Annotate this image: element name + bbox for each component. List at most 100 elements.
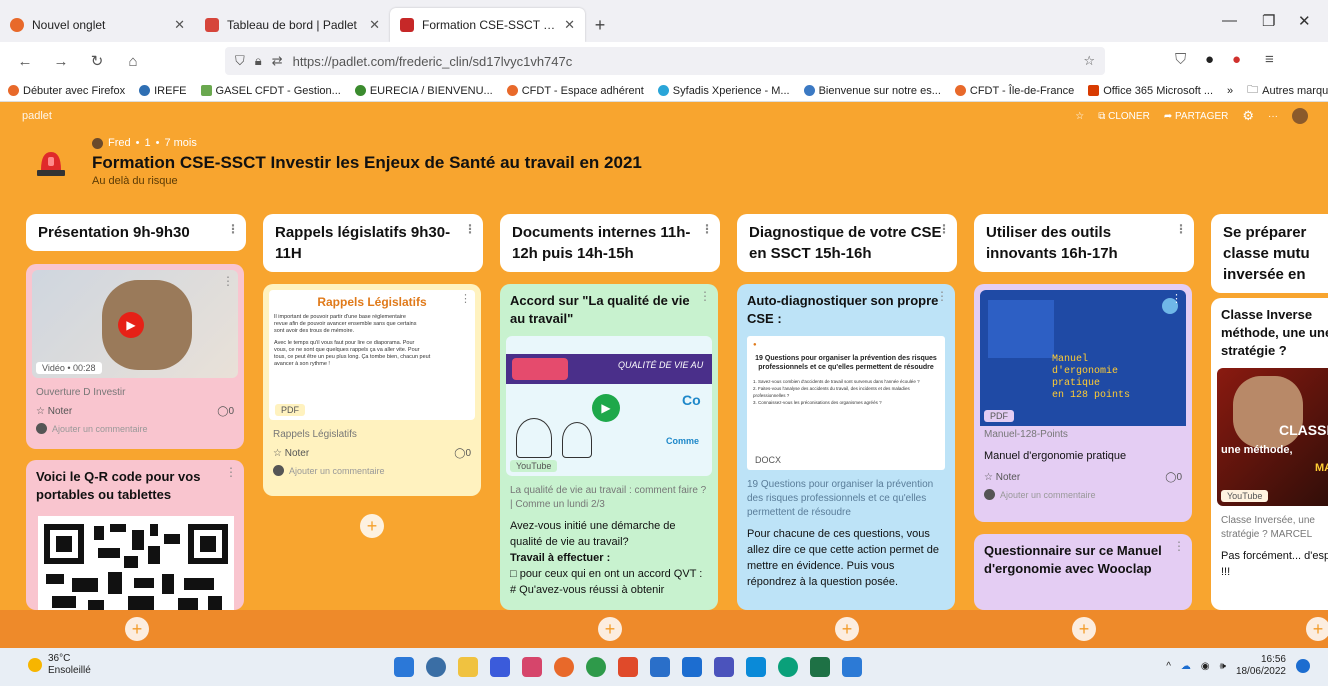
kebab-icon[interactable]: ⋮ <box>222 274 234 288</box>
bookmark-item[interactable]: Office 365 Microsoft ... <box>1088 85 1213 97</box>
bookmark-item[interactable]: Débuter avec Firefox <box>8 85 125 97</box>
bookmark-item[interactable]: CFDT - Espace adhérent <box>506 85 644 97</box>
file-explorer-icon[interactable] <box>458 657 478 677</box>
column-header[interactable]: Diagnostique de votre CSE en SSCT 15h-16… <box>737 214 957 272</box>
account-icon[interactable]: ● <box>1205 51 1214 68</box>
post-card[interactable]: Classe Inverse méthode, une une stratégi… <box>1211 298 1328 610</box>
post-card[interactable]: Questionnaire sur ce Manuel d'ergonomie … <box>974 534 1192 610</box>
kebab-icon[interactable]: ⋮ <box>1175 219 1187 240</box>
lock-icon[interactable]: 🔒︎ <box>255 53 262 69</box>
close-icon[interactable]: ✕ <box>564 17 575 33</box>
settings-icon[interactable]: ⚙ <box>1242 108 1254 124</box>
pocket-icon[interactable]: ⛉ <box>1175 51 1186 68</box>
column-header[interactable]: Se préparer classe mutu inversée en <box>1211 214 1328 293</box>
wifi-icon[interactable]: ◉ <box>1201 661 1210 672</box>
pdf-preview[interactable]: Rappels Législatifs Il important de pouv… <box>269 290 475 420</box>
outlook-icon[interactable] <box>682 657 702 677</box>
forward-icon[interactable]: → <box>50 53 72 70</box>
close-icon[interactable]: ✕ <box>174 17 185 33</box>
post-card[interactable]: Auto-diagnostiquer son propre CSE : ⋮ ● … <box>737 284 955 610</box>
comment-count[interactable]: ◯0 <box>1165 472 1182 483</box>
minimize-icon[interactable]: — <box>1222 12 1237 29</box>
video-thumbnail[interactable]: QUALITÉ DE VIE AU Co Comme ▶ YouTube <box>506 336 712 476</box>
bookmark-item[interactable]: IREFE <box>139 85 187 97</box>
home-icon[interactable]: ⌂ <box>122 53 144 70</box>
clock[interactable]: 16:56 18/06/2022 <box>1236 654 1286 678</box>
url-text[interactable]: https://padlet.com/frederic_clin/sd17lvy… <box>293 54 573 69</box>
edge-icon[interactable] <box>778 657 798 677</box>
avatar[interactable] <box>1292 108 1308 124</box>
add-post-button[interactable]: + <box>360 514 384 538</box>
kebab-icon[interactable]: ⋮ <box>699 289 711 303</box>
bookmark-item[interactable]: EURECIA / BIENVENU... <box>354 85 493 97</box>
comment-input[interactable]: Ajouter un commentaire <box>263 463 481 478</box>
restore-icon[interactable]: ❐ <box>1262 12 1275 30</box>
menu-icon[interactable]: ≡ <box>1265 51 1274 68</box>
bookmark-item[interactable]: Bienvenue sur notre es... <box>803 85 941 97</box>
firefox-icon[interactable] <box>554 657 574 677</box>
kebab-icon[interactable]: ⋮ <box>938 219 950 240</box>
tab-new-tab[interactable]: Nouvel onglet ✕ <box>0 8 195 42</box>
like-button[interactable]: ☆ Noter <box>36 406 72 417</box>
comment-count[interactable]: ◯0 <box>217 406 234 417</box>
column-header[interactable]: Documents internes 11h-12h puis 14h-15h ⋮ <box>500 214 720 272</box>
kebab-icon[interactable]: ⋮ <box>225 465 237 479</box>
other-bookmarks[interactable]: 🗀Autres marque-pages <box>1247 81 1328 100</box>
photos-icon[interactable] <box>842 657 862 677</box>
comment-input[interactable]: Ajouter un commentaire <box>974 487 1192 502</box>
volume-icon[interactable]: 🕪︎ <box>1220 661 1226 672</box>
cloud-icon[interactable]: ☁ <box>1181 661 1191 672</box>
play-icon[interactable]: ▶ <box>592 394 620 422</box>
app-icon[interactable] <box>650 657 670 677</box>
share-button[interactable]: ➦ PARTAGER <box>1164 111 1229 122</box>
add-post-button[interactable]: + <box>125 617 149 641</box>
store-icon[interactable] <box>490 657 510 677</box>
window-close-icon[interactable]: ✕ <box>1298 12 1311 30</box>
kebab-icon[interactable]: ⋮ <box>227 219 239 240</box>
add-post-button[interactable]: + <box>1306 617 1328 641</box>
post-card[interactable]: Voici le Q-R code pour vos portables ou … <box>26 460 244 610</box>
post-card[interactable]: Manuel d'ergonomie pratique en 128 point… <box>974 284 1192 522</box>
add-post-button[interactable]: + <box>598 617 622 641</box>
search-icon[interactable] <box>426 657 446 677</box>
tab-padlet-dashboard[interactable]: Tableau de bord | Padlet ✕ <box>195 8 390 42</box>
video-thumbnail[interactable]: CLASSE une méthode, MAI YouTube <box>1217 368 1328 506</box>
docx-preview[interactable]: ● 19 Questions pour organiser la prévent… <box>747 336 945 470</box>
like-button[interactable]: ☆ Noter <box>984 472 1020 483</box>
kebab-icon[interactable]: ⋮ <box>936 289 948 303</box>
video-thumbnail[interactable]: ▶ Vidéo • 00:28 ⋮ <box>32 270 238 378</box>
bookmark-item[interactable]: Syfadis Xperience - M... <box>657 85 790 97</box>
permissions-icon[interactable]: ⇄ <box>272 53 283 69</box>
post-card[interactable]: ▶ Vidéo • 00:28 ⋮ Ouverture D Investir ☆… <box>26 264 244 449</box>
notification-icon[interactable] <box>1296 659 1310 673</box>
comment-count[interactable]: ◯0 <box>454 448 471 459</box>
kebab-icon[interactable]: ⋮ <box>701 219 713 240</box>
pinterest-icon[interactable]: ● <box>1232 51 1241 68</box>
add-post-button[interactable]: + <box>835 617 859 641</box>
column-header[interactable]: Rappels législatifs 9h30-11H ⋮ <box>263 214 483 272</box>
pdf-preview[interactable]: Manuel d'ergonomie pratique en 128 point… <box>980 290 1186 426</box>
skype-icon[interactable] <box>746 657 766 677</box>
more-button[interactable]: ··· <box>1268 111 1278 122</box>
post-card[interactable]: Rappels Législatifs Il important de pouv… <box>263 284 481 496</box>
app-icon[interactable] <box>522 657 542 677</box>
address-bar[interactable]: ⛉ 🔒︎ ⇄ https://padlet.com/frederic_clin/… <box>225 47 1105 75</box>
excel-icon[interactable] <box>810 657 830 677</box>
bookmarks-overflow[interactable]: » <box>1227 85 1233 97</box>
new-tab-button[interactable]: + <box>585 8 615 42</box>
add-post-button[interactable]: + <box>1072 617 1096 641</box>
bookmark-item[interactable]: GASEL CFDT - Gestion... <box>200 85 341 97</box>
comment-input[interactable]: Ajouter un commentaire <box>26 421 244 436</box>
reload-icon[interactable]: ↻ <box>86 52 108 70</box>
column-header[interactable]: Utiliser des outils innovants 16h-17h ⋮ <box>974 214 1194 272</box>
kebab-icon[interactable]: ⋮ <box>464 219 476 240</box>
tray-overflow-icon[interactable]: ^ <box>1166 661 1171 672</box>
bookmark-item[interactable]: CFDT - Île-de-France <box>954 85 1074 97</box>
chrome-icon[interactable] <box>586 657 606 677</box>
kebab-icon[interactable]: ⋮ <box>1173 539 1185 553</box>
column-header[interactable]: Présentation 9h-9h30 ⋮ <box>26 214 246 251</box>
windows-start-icon[interactable] <box>394 657 414 677</box>
like-button[interactable]: ☆ Noter <box>273 448 309 459</box>
weather-widget[interactable]: 36°C Ensoleillé <box>28 653 91 677</box>
clone-button[interactable]: ⧉ CLONER <box>1098 111 1150 122</box>
